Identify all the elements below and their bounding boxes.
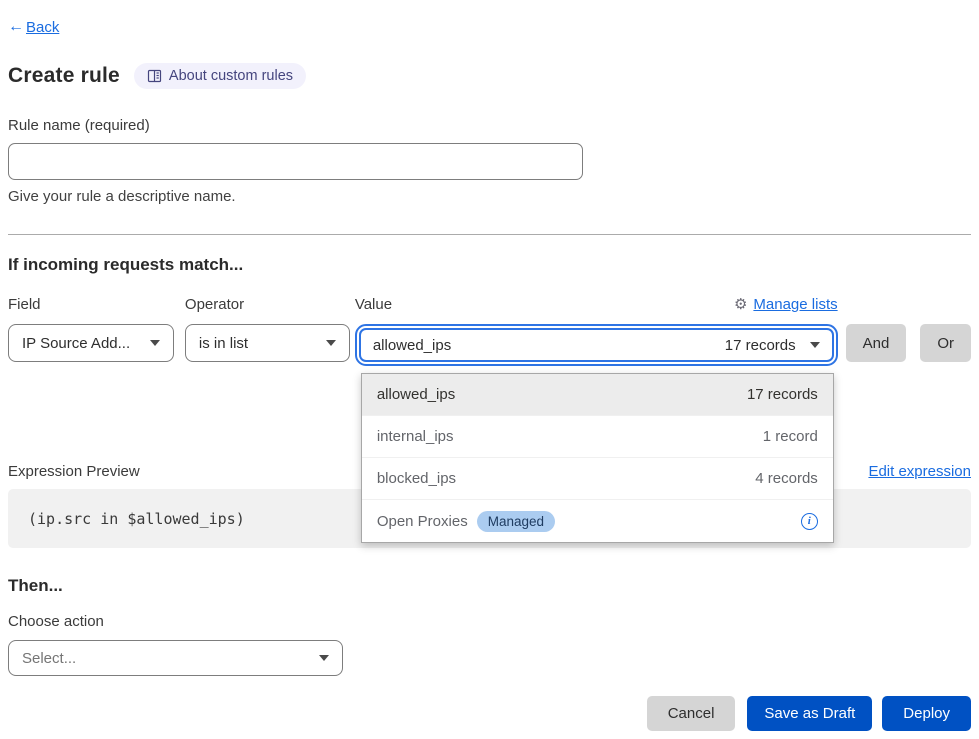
value-dropdown-panel: allowed_ips 17 records internal_ips 1 re… — [361, 373, 834, 543]
list-name: blocked_ips — [377, 470, 456, 487]
back-label: Back — [26, 19, 59, 36]
then-section-heading: Then... — [8, 576, 971, 596]
choose-action-label: Choose action — [8, 613, 971, 630]
create-rule-page: ←Back Create rule About custom rules Rul… — [0, 0, 979, 739]
operator-column: Operator is in list — [185, 296, 350, 362]
rule-name-help-text: Give your rule a descriptive name. — [8, 188, 971, 205]
or-button[interactable]: Or — [920, 324, 971, 362]
back-arrow-icon: ← — [8, 18, 24, 36]
value-select-selected: allowed_ips — [373, 337, 725, 354]
page-title: Create rule — [8, 64, 120, 88]
rule-name-label: Rule name (required) — [8, 117, 971, 134]
managed-badge: Managed — [477, 511, 555, 532]
operator-select[interactable]: is in list — [185, 324, 350, 362]
expression-preview-label: Expression Preview — [8, 463, 140, 480]
value-label: Value — [355, 296, 392, 313]
save-as-draft-button[interactable]: Save as Draft — [747, 696, 872, 731]
gear-icon: ⚙ — [734, 297, 747, 312]
field-select-value: IP Source Add... — [22, 335, 130, 352]
list-record-count: 4 records — [755, 470, 818, 487]
manage-lists-label: Manage lists — [753, 296, 837, 313]
about-badge-label: About custom rules — [169, 68, 293, 84]
condition-row: Field IP Source Add... Operator is in li… — [8, 296, 971, 366]
footer-actions: Cancel Save as Draft Deploy — [8, 696, 971, 731]
operator-label: Operator — [185, 296, 244, 313]
action-select-placeholder: Select... — [22, 650, 76, 667]
list-name: allowed_ips — [377, 386, 455, 403]
edit-expression-link[interactable]: Edit expression — [868, 463, 971, 480]
back-link[interactable]: ←Back — [8, 18, 59, 36]
value-select-focus-ring: allowed_ips 17 records — [355, 324, 838, 366]
expression-code: (ip.src in $allowed_ips) — [28, 510, 245, 528]
info-icon[interactable]: i — [801, 513, 818, 530]
section-divider — [8, 234, 971, 235]
chevron-down-icon — [150, 340, 160, 346]
dropdown-item-allowed-ips[interactable]: allowed_ips 17 records — [362, 374, 833, 416]
list-record-count: 17 records — [747, 386, 818, 403]
value-column: Value ⚙ Manage lists allowed_ips 17 reco… — [355, 296, 838, 366]
value-select-meta: 17 records — [725, 337, 796, 354]
manage-lists-link[interactable]: ⚙ Manage lists — [734, 296, 838, 313]
chevron-down-icon — [319, 655, 329, 661]
title-row: Create rule About custom rules — [8, 63, 971, 89]
chevron-down-icon — [326, 340, 336, 346]
field-label: Field — [8, 296, 41, 313]
deploy-button[interactable]: Deploy — [882, 696, 971, 731]
match-section-heading: If incoming requests match... — [8, 255, 971, 275]
value-select[interactable]: allowed_ips 17 records — [359, 328, 834, 362]
dropdown-item-internal-ips[interactable]: internal_ips 1 record — [362, 416, 833, 458]
field-column: Field IP Source Add... — [8, 296, 174, 362]
dropdown-item-open-proxies[interactable]: Open Proxies Managed i — [362, 500, 833, 542]
field-select[interactable]: IP Source Add... — [8, 324, 174, 362]
chevron-down-icon — [810, 342, 820, 348]
rule-name-input[interactable] — [8, 143, 583, 180]
operator-select-value: is in list — [199, 335, 248, 352]
and-button[interactable]: And — [846, 324, 907, 362]
dropdown-item-blocked-ips[interactable]: blocked_ips 4 records — [362, 458, 833, 500]
about-custom-rules-link[interactable]: About custom rules — [134, 63, 306, 89]
list-name: Open Proxies — [377, 513, 468, 530]
list-record-count: 1 record — [763, 428, 818, 445]
cancel-button[interactable]: Cancel — [647, 696, 736, 731]
action-select[interactable]: Select... — [8, 640, 343, 676]
list-name: internal_ips — [377, 428, 454, 445]
book-icon — [147, 69, 162, 83]
